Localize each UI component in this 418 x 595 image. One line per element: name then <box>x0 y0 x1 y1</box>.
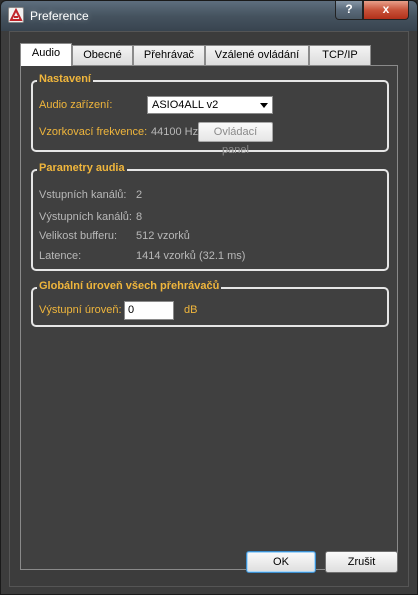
help-button[interactable]: ? <box>335 1 363 20</box>
close-icon: x <box>382 2 390 16</box>
output-channels-value: 8 <box>136 211 143 223</box>
tab-remote-control[interactable]: Vzálené ovládání <box>205 45 309 65</box>
audio-device-select[interactable]: ASIO4ALL v2 <box>147 96 273 114</box>
window-title: Preference <box>30 9 89 23</box>
audio-tab-panel: Nastavení Audio zařízení: ASIO4ALL v2 Vz… <box>20 65 398 570</box>
audio-device-value: ASIO4ALL v2 <box>152 99 219 111</box>
sample-rate-value: 44100 Hz <box>151 126 199 138</box>
app-logo-icon <box>8 7 24 23</box>
settings-group-title: Nastavení <box>37 73 93 85</box>
input-channels-label: Vstupních kanálů: <box>39 189 127 201</box>
tab-player[interactable]: Přehrávač <box>133 45 205 65</box>
chevron-down-icon <box>260 103 268 108</box>
global-level-group: Globální úroveň všech přehrávačů Výstupn… <box>31 280 389 327</box>
ok-button[interactable]: OK <box>246 551 316 573</box>
cancel-button[interactable]: Zrušit <box>325 551 398 573</box>
dialog-client-area: Audio Obecné Přehrávač Vzálené ovládání … <box>9 31 409 587</box>
tab-tcp-ip[interactable]: TCP/IP <box>309 45 371 65</box>
latency-label: Latence: <box>39 250 82 262</box>
global-level-group-title: Globální úroveň všech přehrávačů <box>37 280 222 292</box>
audio-device-label: Audio zařízení: <box>39 99 113 111</box>
buffer-size-value: 512 vzorků <box>136 230 190 242</box>
buffer-size-label: Velikost bufferu: <box>39 230 118 242</box>
title-bar[interactable]: Preference ? x <box>1 1 417 31</box>
close-button[interactable]: x <box>363 1 409 20</box>
output-level-unit: dB <box>184 304 198 316</box>
tab-general[interactable]: Obecné <box>72 45 133 65</box>
control-panel-button[interactable]: Ovládací panel <box>198 122 273 156</box>
input-channels-value: 2 <box>136 189 143 201</box>
latency-value: 1414 vzorků (32.1 ms) <box>136 250 246 262</box>
audio-params-group-title: Parametry audia <box>37 162 127 174</box>
output-level-label: Výstupní úroveň: <box>39 304 122 316</box>
audio-params-group: Parametry audia Vstupních kanálů: 2 Výst… <box>31 162 389 271</box>
settings-group: Nastavení Audio zařízení: ASIO4ALL v2 Vz… <box>31 73 389 156</box>
output-level-input[interactable]: 0 <box>124 301 174 320</box>
help-icon: ? <box>345 2 353 16</box>
preference-window: Preference ? x Audio Obecné Přehrávač Vz… <box>0 0 418 595</box>
tab-audio[interactable]: Audio <box>20 43 72 66</box>
output-channels-label: Výstupních kanálů: <box>39 211 132 223</box>
sample-rate-label: Vzorkovací frekvence: <box>39 126 148 138</box>
